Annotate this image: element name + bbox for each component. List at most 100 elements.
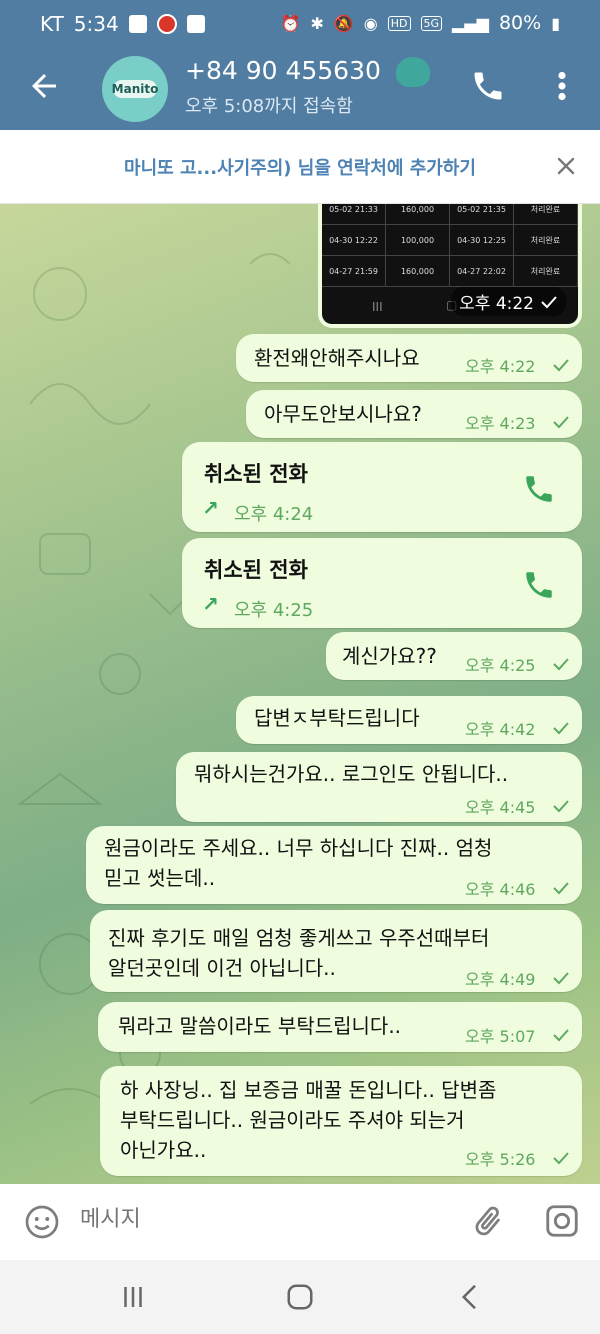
table-cell: 처리완료 <box>514 225 578 255</box>
read-check-icon <box>553 359 569 372</box>
signal-icon: ▂▄▆ <box>452 13 489 33</box>
message-text: 뭐하시는건가요.. 로그인도 안됩니다.. <box>194 762 509 786</box>
image-time-badge: 오후 4:22 <box>451 287 566 316</box>
message-bubble[interactable]: 환전왜안해주시나요 오후 4:22 <box>236 334 582 382</box>
message-input-bar <box>0 1184 600 1260</box>
read-check-icon <box>553 1029 569 1042</box>
sticker-mute-icon <box>388 52 438 92</box>
back-arrow-icon[interactable] <box>26 68 62 104</box>
message-text: 뭐라고 말씀이라도 부탁드립니다.. <box>118 1014 402 1038</box>
message-bubble[interactable]: 원금이라도 주세요.. 너무 하십니다 진짜.. 엄청 믿고 썻는데.. 오후 … <box>86 826 582 904</box>
network-type-icon: 5G <box>420 15 443 31</box>
message-text-line1: 원금이라도 주세요.. 너무 하십니다 진짜.. 엄청 <box>104 836 493 860</box>
message-input[interactable] <box>80 1206 440 1232</box>
bluetooth-icon: ✱ <box>310 13 324 33</box>
status-bar: KT 5:34 ⏰ ✱ 🔕 ◉ HD 5G ▂▄▆ 80% ▮ <box>0 0 600 50</box>
message-text: 답변ㅈ부탁드립니다 <box>254 706 420 730</box>
message-text-line3: 아닌가요.. <box>120 1138 207 1162</box>
contact-name[interactable]: +84 90 455630 <box>185 56 415 85</box>
message-bubble[interactable]: 하 사장닝.. 집 보증금 매꿀 돈입니다.. 답변좀 부탁드립니다.. 원금이… <box>100 1066 582 1176</box>
read-check-icon <box>553 1152 569 1165</box>
message-time: 오후 4:22 <box>459 294 534 314</box>
cancelled-call-bubble[interactable]: 취소된 전화 ↗ 오후 4:25 <box>182 538 582 628</box>
checkbox-notification-icon <box>186 15 205 33</box>
more-options-icon[interactable] <box>550 68 574 104</box>
table-cell: 160,000 <box>386 256 450 286</box>
close-icon[interactable] <box>554 154 578 178</box>
home-icon[interactable] <box>285 1282 315 1312</box>
avatar-text: Manito <box>111 82 159 96</box>
read-check-icon <box>553 416 569 429</box>
emoji-icon[interactable] <box>24 1204 60 1240</box>
battery-percent: 80% <box>498 12 542 34</box>
image-message[interactable]: 05-02 21:33 160,000 05-02 21:35 처리완료 04-… <box>318 204 582 328</box>
clock: 5:34 <box>73 12 119 36</box>
message-time: 오후 4:46 <box>465 880 536 899</box>
chat-area[interactable]: 05-02 21:33 160,000 05-02 21:35 처리완료 04-… <box>0 204 600 1184</box>
message-text: 아무도안보시나요? <box>264 402 422 426</box>
table-row: 04-27 21:59 160,000 04-27 22:02 처리완료 <box>322 256 578 287</box>
phone-call-icon[interactable] <box>470 68 506 104</box>
message-text: 계신가요?? <box>342 644 437 668</box>
last-seen-status: 오후 5:08까지 접속함 <box>185 96 353 117</box>
screenshot-table: 05-02 21:33 160,000 05-02 21:35 처리완료 04-… <box>322 204 578 287</box>
table-cell: 04-27 22:02 <box>450 256 514 286</box>
carrier-label: KT <box>40 12 64 36</box>
status-left: KT 5:34 <box>40 12 205 36</box>
table-cell: 05-02 21:33 <box>322 204 386 224</box>
message-text-line2: 알던곳인데 이건 아닙니다.. <box>108 956 336 980</box>
message-text-line2: 부탁드립니다.. 원금이라도 주셔야 되는거 <box>120 1108 465 1132</box>
toolbar: Manito +84 90 455630 오후 5:08까지 접속함 <box>0 50 600 130</box>
message-text-line1: 하 사장닝.. 집 보증금 매꿀 돈입니다.. 답변좀 <box>120 1078 497 1102</box>
status-right: ⏰ ✱ 🔕 ◉ HD 5G ▂▄▆ 80% ▮ <box>281 12 560 34</box>
gallery-notification-icon <box>128 15 147 33</box>
outgoing-arrow-icon: ↗ <box>202 496 219 520</box>
message-time: 오후 4:25 <box>465 656 536 675</box>
message-time: 오후 5:07 <box>465 1027 536 1046</box>
table-cell: 160,000 <box>386 204 450 224</box>
message-bubble[interactable]: 뭐하시는건가요.. 로그인도 안됩니다.. 오후 4:45 <box>176 752 582 822</box>
phone-call-icon[interactable] <box>522 568 556 602</box>
table-row: 04-30 12:22 100,000 04-30 12:25 처리완료 <box>322 225 578 256</box>
read-check-icon <box>553 658 569 671</box>
message-bubble[interactable]: 아무도안보시나요? 오후 4:23 <box>246 390 582 438</box>
message-time: 오후 4:22 <box>465 357 536 376</box>
table-cell: 100,000 <box>386 225 450 255</box>
avatar-badge: Manito <box>111 80 159 98</box>
read-check-icon <box>553 882 569 895</box>
read-check-icon <box>553 722 569 735</box>
message-bubble[interactable]: 계신가요?? 오후 4:25 <box>326 632 582 680</box>
table-cell: 04-30 12:25 <box>450 225 514 255</box>
recent-apps-icon[interactable] <box>118 1282 148 1312</box>
system-nav-bar <box>0 1260 600 1334</box>
message-time: 오후 4:23 <box>465 414 536 433</box>
app-notification-icon <box>156 14 177 34</box>
attach-icon[interactable] <box>470 1204 506 1240</box>
message-time: 오후 4:45 <box>465 798 536 817</box>
cancelled-call-bubble[interactable]: 취소된 전화 ↗ 오후 4:24 <box>182 442 582 532</box>
camera-icon[interactable] <box>543 1202 581 1240</box>
avatar[interactable]: Manito <box>102 56 168 122</box>
read-check-icon <box>553 800 569 813</box>
message-bubble[interactable]: 진짜 후기도 매일 엄청 좋게쓰고 우주선때부터 알던곳인데 이건 아닙니다..… <box>90 910 582 992</box>
message-time: 오후 4:25 <box>234 600 314 621</box>
read-check-icon <box>541 295 557 308</box>
read-check-icon <box>553 972 569 985</box>
phone-call-icon[interactable] <box>522 472 556 506</box>
table-cell: 처리완료 <box>514 204 578 224</box>
table-cell: 처리완료 <box>514 256 578 286</box>
add-contact-link[interactable]: 마니또 고...사기주의) 님을 연락처에 추가하기 <box>0 154 600 180</box>
message-bubble[interactable]: 답변ㅈ부탁드립니다 오후 4:42 <box>236 696 582 744</box>
message-bubble[interactable]: 뭐라고 말씀이라도 부탁드립니다.. 오후 5:07 <box>98 1002 582 1052</box>
message-text-line2: 믿고 썻는데.. <box>104 866 216 890</box>
battery-icon: ▮ <box>551 13 560 33</box>
table-cell: 05-02 21:35 <box>450 204 514 224</box>
location-icon: ◉ <box>363 13 378 33</box>
sticker-head-icon <box>396 57 430 87</box>
call-title: 취소된 전화 <box>204 558 308 582</box>
message-text-line1: 진짜 후기도 매일 엄청 좋게쓰고 우주선때부터 <box>108 926 490 950</box>
back-icon[interactable] <box>455 1282 485 1312</box>
table-row: 05-02 21:33 160,000 05-02 21:35 처리완료 <box>322 204 578 225</box>
chat-header: KT 5:34 ⏰ ✱ 🔕 ◉ HD 5G ▂▄▆ 80% ▮ Manito +… <box>0 0 600 130</box>
add-contact-bar: 마니또 고...사기주의) 님을 연락처에 추가하기 <box>0 130 600 204</box>
